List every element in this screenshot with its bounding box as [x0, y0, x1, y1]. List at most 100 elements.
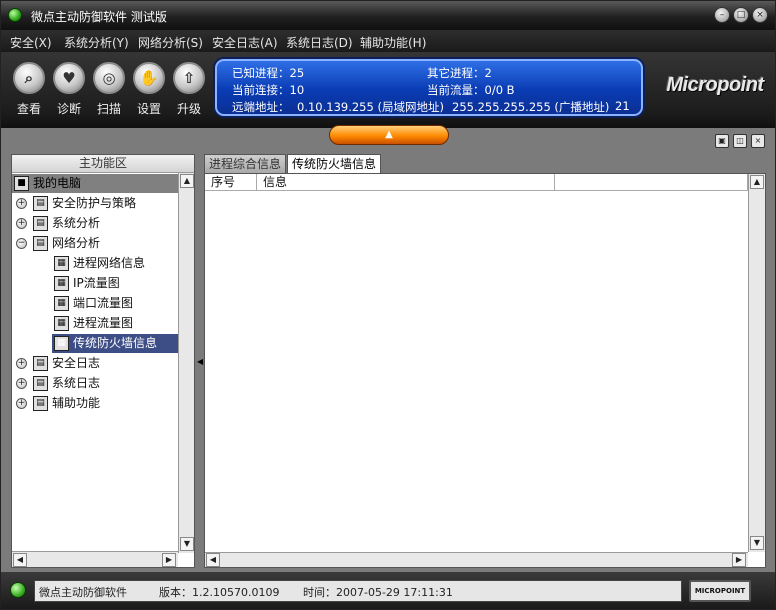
tree-node-icon: ▦ — [54, 256, 69, 271]
status-bar: 微点主动防御软件 版本：1.2.10570.0109 时间：2007-05-29… — [1, 572, 775, 609]
panel-restore-button[interactable]: ▣ — [715, 134, 729, 148]
list-horizontal-scrollbar[interactable]: ◀ ▶ — [205, 552, 748, 567]
tree-item-label: 端口流量图 — [73, 296, 134, 310]
list-scroll-down-arrow-icon[interactable]: ▼ — [750, 536, 764, 550]
expand-icon[interactable]: + — [16, 218, 27, 229]
tree-node-icon: ▦ — [54, 276, 69, 291]
current-traffic: 当前流量：0/0 B — [427, 83, 515, 97]
list-scroll-up-arrow-icon[interactable]: ▲ — [750, 175, 764, 189]
tree-item[interactable]: ▦ 传统防火墙信息 — [52, 334, 178, 353]
tree-item-label: 我的电脑 — [33, 176, 82, 190]
hand-icon: ✋ — [133, 62, 165, 94]
menu-network-analysis[interactable]: 网络分析(S) — [138, 34, 203, 51]
function-tree-panel: 主功能区 ■ 我的电脑 + ▤ 安全防护与策略 + ▤ 系统分析 − ▤ 网络分析 ▦ 进程网络信息 ▦ I… — [11, 154, 195, 568]
menu-security-log[interactable]: 安全日志(A) — [212, 34, 278, 51]
tree-item[interactable]: + ▤ 辅助功能 — [16, 394, 178, 413]
diagnose-label: 诊断 — [56, 102, 81, 116]
tree-item[interactable]: ▦ IP流量图 — [52, 274, 178, 293]
current-connections: 当前连接：10 — [232, 83, 305, 97]
status-info-box: 微点主动防御软件 版本：1.2.10570.0109 时间：2007-05-29… — [34, 580, 682, 602]
upgrade-button[interactable]: ⇧ 升级 — [170, 62, 208, 117]
main-area: 主功能区 ■ 我的电脑 + ▤ 安全防护与策略 + ▤ 系统分析 − ▤ 网络分析 ▦ 进程网络信息 ▦ I… — [1, 152, 775, 572]
expand-icon[interactable]: + — [16, 358, 27, 369]
tree-vertical-scrollbar[interactable]: ▲ ▼ — [178, 173, 194, 553]
tree-node-icon: ▤ — [33, 196, 48, 211]
title-bar[interactable]: 微点主动防御软件 测试版 – □ × — [1, 1, 775, 30]
column-header-blank[interactable] — [555, 174, 748, 191]
tree-item[interactable]: − ▤ 网络分析 — [16, 234, 178, 253]
collapse-icon[interactable]: − — [16, 238, 27, 249]
expand-icon[interactable]: + — [16, 398, 27, 409]
tree-node-icon: ▤ — [33, 356, 48, 371]
scroll-left-arrow-icon[interactable]: ◀ — [13, 553, 27, 567]
tree-node-icon: ▦ — [54, 296, 69, 311]
heartbeat-icon: ♥ — [53, 62, 85, 94]
menu-system-log[interactable]: 系统日志(D) — [286, 34, 353, 51]
tree-node-icon: ▦ — [54, 336, 69, 351]
tree-item-label: IP流量图 — [73, 276, 120, 290]
menu-security[interactable]: 安全(X) — [10, 34, 52, 51]
tree-node-icon: ▦ — [54, 316, 69, 331]
expand-icon[interactable]: + — [16, 198, 27, 209]
known-processes: 已知进程：25 — [232, 66, 305, 80]
tree-item[interactable]: ▦ 进程网络信息 — [52, 254, 178, 273]
menu-bar: 安全(X) 系统分析(Y) 网络分析(S) 安全日志(A) 系统日志(D) 辅助… — [1, 30, 775, 52]
scroll-down-arrow-icon[interactable]: ▼ — [180, 537, 194, 551]
tree-node-icon: ▤ — [33, 376, 48, 391]
scroll-right-arrow-icon[interactable]: ▶ — [162, 553, 176, 567]
tree-item[interactable]: ▦ 端口流量图 — [52, 294, 178, 313]
scan-icon: ◎ — [93, 62, 125, 94]
status-time: 时间：2007-05-29 17:11:31 — [303, 586, 453, 599]
scroll-up-arrow-icon[interactable]: ▲ — [180, 174, 194, 188]
upgrade-label: 升级 — [176, 102, 201, 116]
minimize-button[interactable]: – — [714, 7, 730, 23]
tree-item[interactable]: + ▤ 系统日志 — [16, 374, 178, 393]
tree-item[interactable]: + ▤ 安全日志 — [16, 354, 178, 373]
tree-item[interactable]: ■ 我的电脑 — [12, 174, 178, 193]
function-tree: ■ 我的电脑 + ▤ 安全防护与策略 + ▤ 系统分析 − ▤ 网络分析 ▦ 进程网络信息 ▦ IP流量图 ▦… — [12, 173, 178, 553]
diagnose-button[interactable]: ♥ 诊断 — [50, 62, 88, 117]
menu-system-analysis[interactable]: 系统分析(Y) — [64, 34, 129, 51]
column-header-index[interactable]: 序号 — [205, 174, 257, 191]
tree-node-icon: ■ — [14, 176, 29, 191]
remote-broadcast-address: 255.255.255.255 (广播地址) — [452, 100, 610, 114]
tab-firewall-info[interactable]: 传统防火墙信息 — [287, 154, 382, 174]
remote-lan-address: 0.10.139.255 (局域网地址) — [297, 100, 444, 114]
scan-label: 扫描 — [96, 102, 121, 116]
maximize-button[interactable]: □ — [733, 7, 749, 23]
menu-auxiliary[interactable]: 辅助功能(H) — [360, 34, 426, 51]
list-scroll-left-arrow-icon[interactable]: ◀ — [206, 553, 220, 567]
settings-button[interactable]: ✋ 设置 — [130, 62, 168, 117]
main-window: 微点主动防御软件 测试版 – □ × 安全(X) 系统分析(Y) 网络分析(S)… — [0, 0, 776, 610]
other-processes: 其它进程：2 — [427, 66, 492, 80]
panel-window-button[interactable]: ◫ — [733, 134, 747, 148]
status-version: 版本：1.2.10570.0109 — [159, 586, 280, 599]
status-info-panel: 已知进程：25 其它进程：2 当前连接：10 当前流量：0/0 B 远端地址： … — [215, 59, 643, 116]
panel-close-button[interactable]: × — [751, 134, 765, 148]
list-scroll-right-arrow-icon[interactable]: ▶ — [732, 553, 746, 567]
tree-item[interactable]: ▦ 进程流量图 — [52, 314, 178, 333]
tree-item[interactable]: + ▤ 安全防护与策略 — [16, 194, 178, 213]
collapse-toolbar-button[interactable]: ▲ — [329, 125, 449, 145]
tree-item-label: 进程流量图 — [73, 316, 134, 330]
tree-item-label: 传统防火墙信息 — [73, 336, 158, 350]
splitter-collapse-icon[interactable]: ◀ — [197, 357, 203, 366]
scan-button[interactable]: ◎ 扫描 — [90, 62, 128, 117]
close-button[interactable]: × — [752, 7, 768, 23]
tree-node-icon: ▤ — [33, 236, 48, 251]
tree-item-label: 辅助功能 — [52, 396, 101, 410]
tree-item[interactable]: + ▤ 系统分析 — [16, 214, 178, 233]
tree-horizontal-scrollbar[interactable]: ◀ ▶ — [12, 551, 178, 567]
list-vertical-scrollbar[interactable]: ▲ ▼ — [748, 174, 765, 552]
tree-item-label: 安全防护与策略 — [52, 196, 137, 210]
column-header-info[interactable]: 信息 — [257, 174, 555, 191]
tab-process-info[interactable]: 进程综合信息 — [204, 154, 287, 173]
status-logo: MICROPOINT — [689, 580, 751, 602]
tree-item-label: 进程网络信息 — [73, 256, 146, 270]
remote-address-label: 远端地址： — [232, 100, 290, 114]
content-panel: 进程综合信息 传统防火墙信息 序号 信息 ▲ ▼ ◀ ▶ — [204, 154, 766, 568]
expand-icon[interactable]: + — [16, 378, 27, 389]
view-button[interactable]: ⌕ 查看 — [10, 62, 48, 117]
tree-item-label: 网络分析 — [52, 236, 101, 250]
tree-node-icon: ▤ — [33, 216, 48, 231]
